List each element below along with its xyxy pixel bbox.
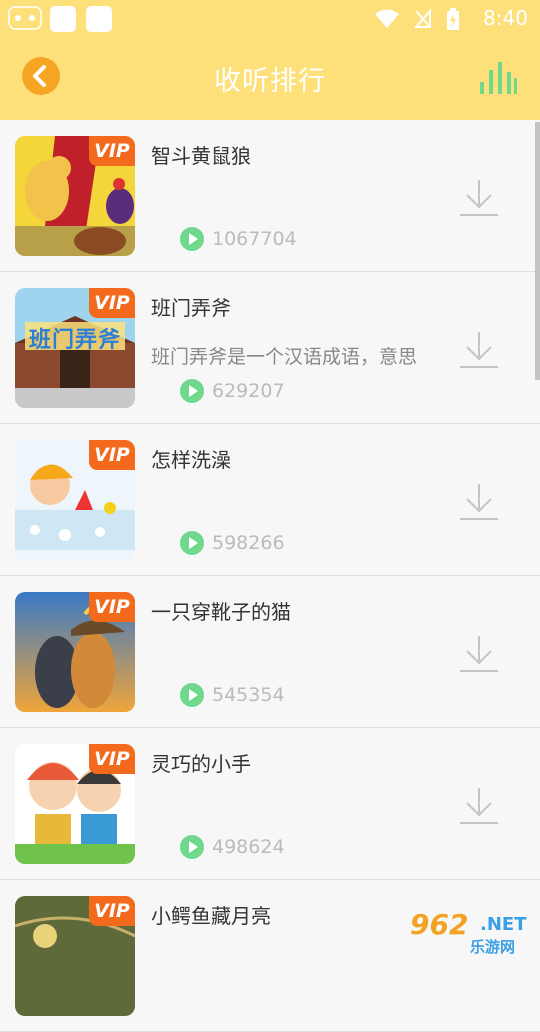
system-icons: [374, 8, 460, 30]
item-description: 班门弄斧是一个汉语成语，意思: [151, 346, 418, 368]
ranking-icon[interactable]: [478, 56, 518, 96]
weasel-and-rooster-cover: VIP: [15, 136, 135, 256]
battery-icon: [447, 8, 459, 30]
puss-in-boots-cover: VIP: [15, 592, 135, 712]
temple-gate-cover: 班门弄斧 VIP: [15, 288, 135, 408]
play-count-value: 629207: [212, 380, 285, 402]
play-count: 629207: [180, 379, 285, 403]
ranking-list: VIP 智斗黄鼠狼 1067704 班门弄斧 VIP 班门弄斧 班门弄斧是一个汉…: [0, 120, 540, 1032]
play-icon: [180, 227, 204, 251]
notification-icon: [86, 6, 112, 32]
list-item[interactable]: VIP 智斗黄鼠狼 1067704: [0, 120, 540, 272]
little-crocodile-cover: VIP: [15, 896, 135, 1016]
app-header: 收听排行: [0, 36, 540, 120]
play-count-value: 545354: [212, 684, 285, 706]
two-kids-cover: VIP: [15, 744, 135, 864]
download-icon[interactable]: [458, 482, 500, 522]
item-title: 智斗黄鼠狼: [151, 144, 251, 168]
app-notification-icon: [8, 6, 42, 30]
list-item[interactable]: VIP 小鳄鱼藏月亮: [0, 880, 540, 1032]
wifi-icon: [375, 9, 399, 28]
play-count-value: 498624: [212, 836, 285, 858]
watermark-number: 962: [410, 908, 469, 941]
vip-badge: VIP: [89, 896, 135, 926]
child-bathing-cover: VIP: [15, 440, 135, 560]
vip-badge: VIP: [89, 744, 135, 774]
notification-icon: [50, 6, 76, 32]
play-count-value: 1067704: [212, 228, 297, 250]
list-item[interactable]: VIP 怎样洗澡 598266: [0, 424, 540, 576]
item-title: 灵巧的小手: [151, 752, 251, 776]
list-item[interactable]: VIP 一只穿靴子的猫 545354: [0, 576, 540, 728]
play-count-value: 598266: [212, 532, 285, 554]
download-icon[interactable]: [458, 330, 500, 370]
vip-badge: VIP: [89, 136, 135, 166]
item-title: 小鳄鱼藏月亮: [151, 904, 271, 928]
play-count: 545354: [180, 683, 285, 707]
download-icon[interactable]: [458, 178, 500, 218]
scrollbar[interactable]: [535, 122, 540, 380]
play-count: 598266: [180, 531, 285, 555]
play-icon: [180, 379, 204, 403]
vip-badge: VIP: [89, 288, 135, 318]
download-icon[interactable]: [458, 786, 500, 826]
clock: 8:40: [483, 6, 528, 30]
item-title: 班门弄斧: [151, 296, 231, 320]
list-item[interactable]: VIP 灵巧的小手 498624: [0, 728, 540, 880]
item-title: 一只穿靴子的猫: [151, 600, 291, 624]
play-icon: [180, 531, 204, 555]
vip-badge: VIP: [89, 440, 135, 470]
list-item[interactable]: 班门弄斧 VIP 班门弄斧 班门弄斧是一个汉语成语，意思 629207: [0, 272, 540, 424]
play-icon: [180, 835, 204, 859]
play-count: 498624: [180, 835, 285, 859]
vip-badge: VIP: [89, 592, 135, 622]
item-title: 怎样洗澡: [151, 448, 231, 472]
watermark-site: 乐游网: [470, 938, 516, 956]
watermark-net: .NET: [480, 914, 527, 935]
download-icon[interactable]: [458, 634, 500, 674]
page-title: 收听排行: [214, 66, 326, 97]
no-signal-icon: [414, 9, 431, 28]
play-count: 1067704: [180, 227, 297, 251]
status-bar: 8:40: [0, 0, 540, 36]
site-watermark: 962 .NET 乐游网: [402, 908, 534, 956]
cover-title-text: 班门弄斧: [28, 328, 121, 353]
play-icon: [180, 683, 204, 707]
